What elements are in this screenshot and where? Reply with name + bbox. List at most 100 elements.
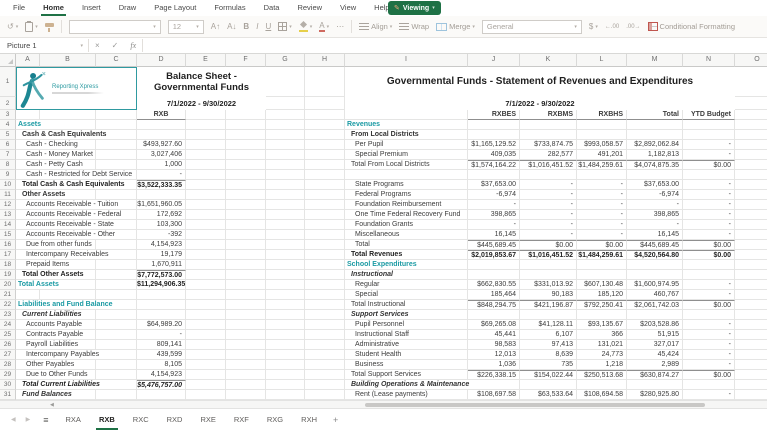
cell-E21[interactable] xyxy=(186,290,226,300)
cell-G2[interactable] xyxy=(266,97,305,110)
cell-D30[interactable]: $5,476,757.00 xyxy=(137,380,186,390)
cell-D31[interactable] xyxy=(137,390,186,400)
cell-J5[interactable] xyxy=(468,130,520,140)
cell-F16[interactable] xyxy=(226,240,266,250)
underline-button[interactable]: U xyxy=(265,22,271,32)
row-header-30[interactable]: 30 xyxy=(0,380,16,390)
row-header-16[interactable]: 16 xyxy=(0,240,16,250)
cell-H27[interactable] xyxy=(305,350,345,360)
enter-button[interactable]: ✓ xyxy=(106,41,125,50)
cell-F12[interactable] xyxy=(226,200,266,210)
cell-F7[interactable] xyxy=(226,150,266,160)
cell-M25[interactable]: 51,915 xyxy=(627,330,683,340)
cell-F14[interactable] xyxy=(226,220,266,230)
col-header-C[interactable]: C xyxy=(96,54,137,67)
cell-H15[interactable] xyxy=(305,230,345,240)
formula-input[interactable] xyxy=(143,38,767,53)
cell-D5[interactable] xyxy=(137,130,186,140)
cell-O17[interactable] xyxy=(735,250,767,260)
menu-tab-home[interactable]: Home xyxy=(34,0,73,16)
menu-tab-insert[interactable]: Insert xyxy=(73,0,110,16)
cell-J23[interactable] xyxy=(468,310,520,320)
cell-O1[interactable] xyxy=(735,67,767,97)
cell-B21[interactable] xyxy=(40,290,96,300)
cell-C7[interactable] xyxy=(96,150,137,160)
cell-D4[interactable] xyxy=(137,120,186,130)
cell-G17[interactable] xyxy=(266,250,305,260)
cell-L18[interactable] xyxy=(577,260,627,270)
cell-N10[interactable]: - xyxy=(683,180,735,190)
cell-M4[interactable] xyxy=(627,120,683,130)
cell-J26[interactable]: 98,583 xyxy=(468,340,520,350)
cell-H5[interactable] xyxy=(305,130,345,140)
row-header-7[interactable]: 7 xyxy=(0,150,16,160)
cell-G22[interactable] xyxy=(266,300,305,310)
cell-A31[interactable]: Fund Balances xyxy=(16,390,40,400)
cell-L28[interactable]: 1,218 xyxy=(577,360,627,370)
cell-I6[interactable]: Per Pupil xyxy=(345,140,468,150)
cell-N23[interactable] xyxy=(683,310,735,320)
cell-L31[interactable]: $108,694.58 xyxy=(577,390,627,400)
sheet-tab-rxg[interactable]: RXG xyxy=(258,409,292,431)
cell-H9[interactable] xyxy=(305,170,345,180)
cell-G21[interactable] xyxy=(266,290,305,300)
cell-J28[interactable]: 1,036 xyxy=(468,360,520,370)
cell-D11[interactable] xyxy=(137,190,186,200)
cell-I10[interactable]: State Programs xyxy=(345,180,468,190)
cell-O26[interactable] xyxy=(735,340,767,350)
cell-G23[interactable] xyxy=(266,310,305,320)
cell-I4[interactable]: Revenues xyxy=(345,120,468,130)
cell-H30[interactable] xyxy=(305,380,345,390)
cell-J9[interactable] xyxy=(468,170,520,180)
cell-E30[interactable] xyxy=(186,380,226,390)
cell-C19[interactable] xyxy=(96,270,137,280)
cell-M6[interactable]: $2,892,062.84 xyxy=(627,140,683,150)
sheet-tab-rxc[interactable]: RXC xyxy=(124,409,158,431)
cell-K25[interactable]: 6,107 xyxy=(520,330,577,340)
row-header-24[interactable]: 24 xyxy=(0,320,16,330)
next-sheet-button[interactable]: ▶ xyxy=(21,409,36,431)
cell-L7[interactable]: 491,201 xyxy=(577,150,627,160)
row-header-8[interactable]: 8 xyxy=(0,160,16,170)
cell-G27[interactable] xyxy=(266,350,305,360)
cell-N4[interactable] xyxy=(683,120,735,130)
cell-D16[interactable]: 4,154,923 xyxy=(137,240,186,250)
cell-J16[interactable]: $445,689.45 xyxy=(468,240,520,250)
cell-A22[interactable]: Liabilities and Fund Balance xyxy=(16,300,40,310)
cell-J19[interactable] xyxy=(468,270,520,280)
cell-I7[interactable]: Special Premium xyxy=(345,150,468,160)
number-format-select[interactable]: General▾ xyxy=(482,20,582,34)
cell-H13[interactable] xyxy=(305,210,345,220)
cell-I5[interactable]: From Local Districts xyxy=(345,130,468,140)
cell-O13[interactable] xyxy=(735,210,767,220)
cell-H16[interactable] xyxy=(305,240,345,250)
cell-H6[interactable] xyxy=(305,140,345,150)
cell-G26[interactable] xyxy=(266,340,305,350)
cell-F6[interactable] xyxy=(226,140,266,150)
sheet-tab-rxd[interactable]: RXD xyxy=(158,409,192,431)
cell-I31[interactable]: Rent (Lease payments) xyxy=(345,390,468,400)
cell-D26[interactable]: 809,141 xyxy=(137,340,186,350)
cell-A17[interactable]: Intercompany Receivables xyxy=(16,250,40,260)
cell-E24[interactable] xyxy=(186,320,226,330)
cell-I30[interactable]: Building Operations & Maintenance xyxy=(345,380,468,390)
col-header-B[interactable]: B xyxy=(40,54,96,67)
cell-A3[interactable] xyxy=(16,110,40,120)
cell-L12[interactable]: - xyxy=(577,200,627,210)
cell-B4[interactable] xyxy=(40,120,96,130)
cell-I26[interactable]: Administrative xyxy=(345,340,468,350)
cell-F31[interactable] xyxy=(226,390,266,400)
cell-I11[interactable]: Federal Programs xyxy=(345,190,468,200)
menu-tab-review[interactable]: Review xyxy=(288,0,331,16)
col-header-E[interactable]: E xyxy=(186,54,226,67)
cell-K15[interactable]: - xyxy=(520,230,577,240)
cell-M11[interactable]: -6,974 xyxy=(627,190,683,200)
col-header-G[interactable]: G xyxy=(266,54,305,67)
cell-H10[interactable] xyxy=(305,180,345,190)
cell-N22[interactable]: $0.00 xyxy=(683,300,735,310)
font-size-select[interactable]: 12▾ xyxy=(168,20,204,34)
cell-I8[interactable]: Total From Local Districts xyxy=(345,160,468,170)
cell-M29[interactable]: $630,874.27 xyxy=(627,370,683,380)
cell-O2[interactable] xyxy=(735,97,767,110)
cell-H11[interactable] xyxy=(305,190,345,200)
